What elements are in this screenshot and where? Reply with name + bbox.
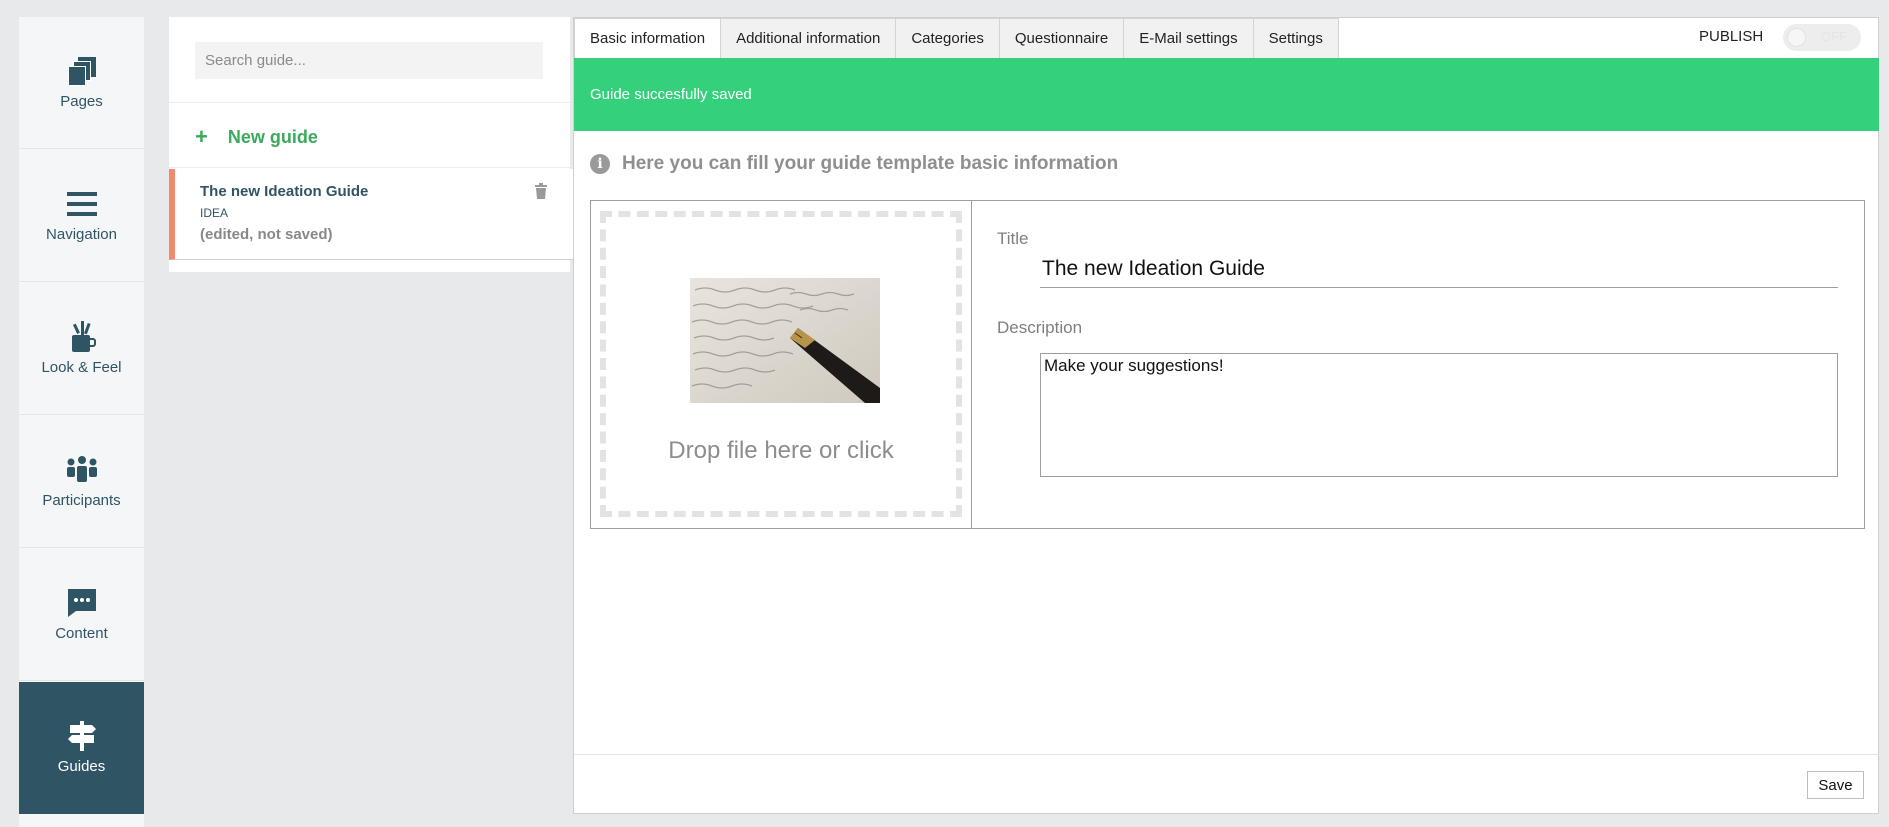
nav-item-label: Navigation [46, 226, 117, 243]
nav-item-participants[interactable]: Participants [19, 416, 144, 548]
menu-icon [19, 186, 144, 222]
pages-icon [19, 53, 144, 89]
guide-item-status: (edited, not saved) [200, 226, 333, 243]
title-input[interactable] [1040, 251, 1838, 288]
search-guide-input[interactable] [195, 42, 543, 79]
basic-info-form: Drop file here or click Title Descriptio… [590, 200, 1865, 529]
divider [169, 102, 570, 103]
dropzone-text: Drop file here or click [668, 437, 894, 464]
nav-item-label: Participants [42, 492, 121, 509]
tab-bar: Basic information Additional information… [574, 18, 1339, 58]
mug-brush-icon [19, 319, 144, 355]
toggle-state-label: OFF [1821, 29, 1847, 44]
tab-categories[interactable]: Categories [896, 18, 1000, 58]
chat-bubble-icon [19, 585, 144, 621]
save-button[interactable]: Save [1807, 771, 1864, 799]
guide-editor-panel: Basic information Additional information… [573, 17, 1879, 814]
plus-icon: + [195, 124, 208, 149]
banner-message: Guide succesfully saved [590, 86, 752, 103]
guide-list-item[interactable]: The new Ideation Guide IDEA (edited, not… [169, 169, 574, 260]
footer-divider [574, 754, 1879, 755]
nav-item-content[interactable]: Content [19, 549, 144, 681]
guide-list-panel: + New guide The new Ideation Guide IDEA … [169, 17, 574, 272]
nav-item-label: Guides [57, 758, 106, 775]
divider [169, 167, 570, 168]
people-icon [19, 452, 144, 488]
new-guide-button[interactable]: + New guide [195, 124, 318, 150]
new-guide-label: New guide [227, 126, 318, 147]
nav-item-label: Look & Feel [41, 359, 122, 376]
nav-item-pages[interactable]: Pages [19, 17, 144, 149]
trash-icon[interactable] [534, 183, 548, 199]
toggle-knob [1787, 28, 1806, 47]
left-navigation: Pages Navigation Look & Feel Participant… [19, 17, 144, 827]
form-intro: i Here you can fill your guide template … [590, 153, 1118, 175]
nav-item-navigation[interactable]: Navigation [19, 150, 144, 282]
guide-image-thumbnail [690, 278, 880, 403]
text-fields-column: Title Description Make your suggestions! [972, 201, 1864, 528]
nav-item-label: Content [55, 625, 108, 642]
form-intro-text: Here you can fill your guide template ba… [622, 153, 1119, 174]
guide-item-title: The new Ideation Guide [200, 183, 369, 200]
file-dropzone[interactable]: Drop file here or click [600, 211, 962, 517]
signpost-icon [19, 718, 144, 754]
tab-settings[interactable]: Settings [1253, 18, 1339, 58]
publish-label: PUBLISH [1699, 28, 1764, 45]
guide-item-type: IDEA [200, 206, 229, 220]
success-banner: Guide succesfully saved [574, 58, 1879, 131]
tab-basic-information[interactable]: Basic information [574, 18, 722, 58]
image-upload-column: Drop file here or click [591, 201, 972, 528]
tab-questionnaire[interactable]: Questionnaire [999, 18, 1125, 58]
tab-email-settings[interactable]: E-Mail settings [1124, 18, 1254, 58]
title-label: Title [997, 229, 1029, 248]
publish-toggle[interactable]: OFF [1783, 24, 1861, 51]
nav-item-label: Pages [60, 93, 103, 110]
description-textarea[interactable]: Make your suggestions! [1040, 353, 1838, 477]
info-icon: i [590, 154, 610, 174]
nav-item-look-and-feel[interactable]: Look & Feel [19, 283, 144, 415]
nav-item-guides[interactable]: Guides [19, 682, 144, 814]
tab-additional-information[interactable]: Additional information [721, 18, 897, 58]
description-label: Description [997, 318, 1083, 337]
